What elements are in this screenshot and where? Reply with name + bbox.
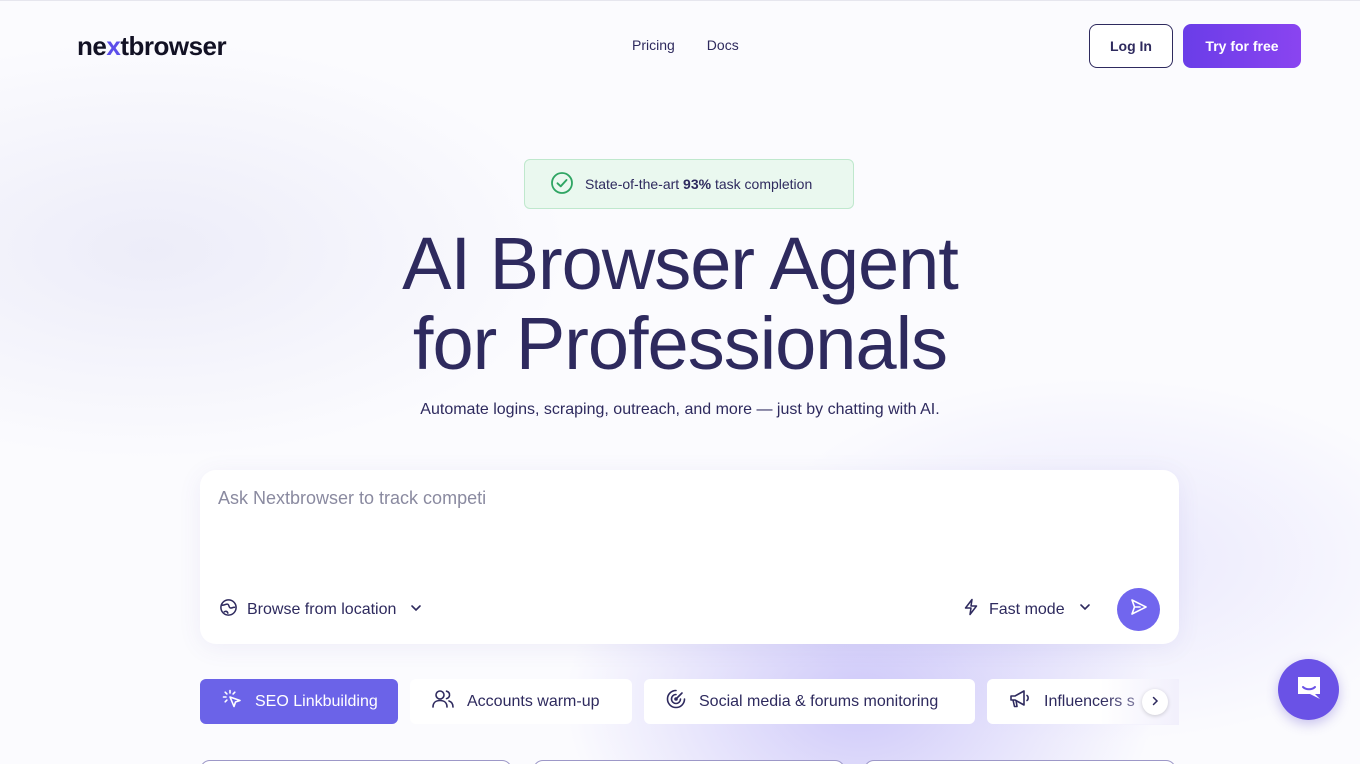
location-selector[interactable]: Browse from location bbox=[219, 598, 423, 622]
chat-bubble-icon bbox=[1293, 671, 1325, 708]
chevron-down-icon bbox=[1078, 600, 1092, 619]
chips-next-button[interactable] bbox=[1142, 689, 1168, 715]
site-header: ne x tbrowser Pricing Docs Log In Try for … bbox=[0, 0, 1360, 92]
completion-badge: State-of-the-art 93% task completion bbox=[524, 159, 854, 209]
chip-label: Accounts warm-up bbox=[467, 692, 600, 710]
prompt-input[interactable] bbox=[218, 488, 1158, 568]
badge-highlight: 93% bbox=[683, 176, 712, 192]
use-case-cards bbox=[200, 760, 1179, 764]
hero-subtitle: Automate logins, scraping, outreach, and… bbox=[420, 401, 940, 418]
use-case-card[interactable] bbox=[864, 760, 1176, 764]
use-case-card[interactable] bbox=[200, 760, 512, 764]
check-circle-icon bbox=[550, 171, 574, 198]
megaphone-icon bbox=[1008, 688, 1032, 715]
use-case-card[interactable] bbox=[533, 760, 845, 764]
cursor-click-icon bbox=[221, 688, 243, 715]
chat-widget-button[interactable] bbox=[1278, 659, 1339, 720]
chevron-right-icon bbox=[1150, 693, 1160, 711]
login-button[interactable]: Log In bbox=[1089, 24, 1173, 68]
logo-text-start: ne bbox=[77, 31, 107, 61]
chip-label: Social media & forums monitoring bbox=[699, 692, 939, 710]
mode-selector[interactable]: Fast mode bbox=[962, 598, 1092, 621]
badge-text: State-of-the-art 93% task completion bbox=[585, 176, 812, 192]
mode-label: Fast mode bbox=[989, 600, 1065, 618]
hero-title-line-1: AI Browser Agent bbox=[402, 222, 959, 305]
globe-icon bbox=[219, 598, 238, 622]
send-icon bbox=[1129, 597, 1149, 622]
try-for-free-button[interactable]: Try for free bbox=[1183, 24, 1301, 68]
prompt-card: Browse from location Fast mode bbox=[200, 470, 1179, 644]
badge-text-post: task completion bbox=[711, 176, 813, 192]
chip-accounts-warm-up[interactable]: Accounts warm-up bbox=[410, 679, 632, 724]
chip-label: SEO Linkbuilding bbox=[255, 692, 378, 710]
nav-pricing[interactable]: Pricing bbox=[632, 37, 675, 53]
location-label: Browse from location bbox=[247, 601, 397, 618]
chip-social-media-monitoring[interactable]: Social media & forums monitoring bbox=[644, 679, 975, 724]
hero-title-line-2: for Professionals bbox=[412, 302, 948, 385]
hero-title: AI Browser Agent for Professionals bbox=[0, 224, 1360, 384]
radar-icon bbox=[665, 688, 687, 715]
nav-docs[interactable]: Docs bbox=[707, 37, 739, 53]
users-icon bbox=[431, 688, 455, 715]
use-case-chips: SEO Linkbuilding Accounts warm-up Social… bbox=[200, 679, 1179, 725]
send-button[interactable] bbox=[1117, 588, 1160, 631]
main-nav: Pricing Docs bbox=[632, 37, 739, 53]
chip-seo-linkbuilding[interactable]: SEO Linkbuilding bbox=[200, 679, 398, 724]
logo-text-end: tbrowser bbox=[120, 31, 227, 61]
chevron-down-icon bbox=[409, 601, 423, 620]
logo-x: x bbox=[106, 31, 121, 61]
badge-text-pre: State-of-the-art bbox=[585, 176, 684, 192]
lightning-icon bbox=[962, 598, 980, 621]
logo[interactable]: ne x tbrowser bbox=[77, 31, 227, 62]
